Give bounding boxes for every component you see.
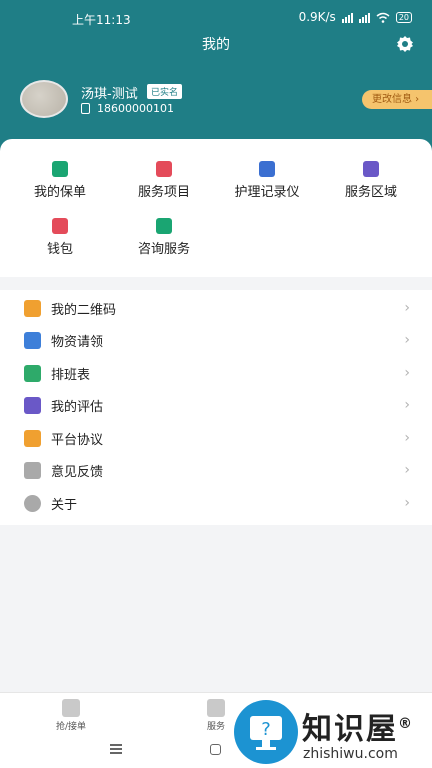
chevron-right-icon: › — [404, 365, 410, 381]
gear-icon[interactable] — [396, 35, 414, 53]
menu-feedback[interactable]: 意见反馈 › — [0, 454, 432, 486]
grid-icon — [207, 699, 225, 717]
service-label: 我的保单 — [33, 185, 86, 200]
watermark-logo: ? — [234, 700, 298, 764]
menu-label: 平台协议 — [51, 432, 104, 448]
qrcode-icon — [24, 299, 41, 317]
menu-evaluation[interactable]: 我的评估 › — [0, 389, 432, 421]
medkit-icon — [24, 331, 41, 349]
chevron-right-icon: › — [404, 397, 410, 413]
chevron-right-icon: › — [404, 462, 410, 478]
menu-label: 意见反馈 — [51, 464, 104, 480]
orders-icon — [62, 699, 80, 717]
chevron-right-icon: › — [404, 332, 410, 348]
chevron-right-icon: › — [404, 430, 410, 446]
watermark-title: 知识屋® — [302, 704, 414, 748]
service-my-policy[interactable]: 我的保单 — [15, 161, 105, 200]
status-indicators: 0.9K/s 20 — [299, 10, 412, 24]
service-label: 服务区域 — [344, 185, 397, 200]
policy-icon — [52, 161, 68, 177]
home-icon[interactable] — [210, 744, 221, 755]
menu-label: 关于 — [51, 497, 78, 513]
network-speed: 0.9K/s — [298, 10, 336, 24]
menu-supplies[interactable]: 物资请领 › — [0, 324, 432, 356]
wallet-icon — [52, 218, 68, 234]
calendar-icon — [24, 364, 41, 382]
signal-icon-2 — [358, 12, 370, 23]
tab-label: 服务 — [206, 722, 225, 732]
menu-agreement[interactable]: 平台协议 › — [0, 422, 432, 454]
status-time: 上午11:13 — [72, 13, 131, 27]
menu-label: 我的评估 — [51, 399, 104, 415]
chevron-right-icon: › — [404, 300, 410, 316]
menu-about[interactable]: 关于 › — [0, 487, 432, 519]
service-label: 钱包 — [46, 242, 73, 257]
menu-qrcode[interactable]: 我的二维码 › — [0, 292, 432, 324]
tab-label: 抢/接单 — [55, 722, 87, 732]
service-wallet[interactable]: 钱包 — [15, 218, 105, 257]
settings-menu: 我的二维码 › 物资请领 › 排班表 › 我的评估 › 平台协议 › 意见反馈 … — [0, 290, 432, 525]
service-consult[interactable]: 咨询服务 — [119, 218, 209, 257]
tab-orders[interactable]: 抢/接单 — [41, 699, 101, 732]
registered-mark: ® — [398, 716, 414, 732]
watermark-url: zhishiwu.com — [303, 746, 398, 762]
service-items-icon — [156, 161, 172, 177]
wifi-icon — [376, 12, 390, 23]
evaluate-icon — [24, 396, 41, 414]
monitor-question-icon: ? — [250, 716, 282, 750]
menu-label: 排班表 — [51, 367, 91, 383]
services-grid: 我的保单 服务项目 护理记录仪 服务区域 钱包 咨询服务 — [0, 139, 432, 277]
service-area[interactable]: 服务区域 — [326, 161, 416, 200]
service-recorder[interactable]: 护理记录仪 — [222, 161, 312, 200]
service-label: 咨询服务 — [137, 242, 190, 257]
battery-icon: 20 — [395, 11, 412, 23]
edit-info-label: 更改信息 — [372, 94, 412, 105]
menu-label: 物资请领 — [51, 334, 104, 350]
edit-info-button[interactable]: 更改信息 › — [362, 90, 432, 109]
status-bar: 上午11:13 0.9K/s 20 — [0, 0, 432, 34]
signal-icon — [341, 12, 353, 23]
chevron-right-icon: › — [404, 495, 410, 511]
chat-icon — [156, 218, 172, 234]
verified-badge: 已实名 — [147, 84, 183, 99]
watermark-name: 知识屋 — [302, 712, 398, 747]
info-icon — [24, 494, 41, 512]
page-title: 我的 — [202, 37, 230, 53]
menu-icon[interactable] — [110, 744, 122, 754]
agreement-icon — [24, 429, 41, 447]
user-name: 汤琪-测试 — [81, 87, 138, 102]
map-pin-icon — [363, 161, 379, 177]
svg-text:?: ? — [261, 719, 271, 740]
service-items[interactable]: 服务项目 — [119, 161, 209, 200]
menu-label: 我的二维码 — [51, 302, 117, 318]
recorder-icon — [259, 161, 275, 177]
phone-icon — [81, 103, 90, 114]
feedback-icon — [24, 461, 41, 479]
menu-schedule[interactable]: 排班表 › — [0, 357, 432, 389]
avatar[interactable] — [20, 80, 68, 118]
service-label: 服务项目 — [137, 185, 190, 200]
service-label: 护理记录仪 — [234, 185, 300, 200]
user-phone: 18600000101 — [97, 102, 174, 115]
